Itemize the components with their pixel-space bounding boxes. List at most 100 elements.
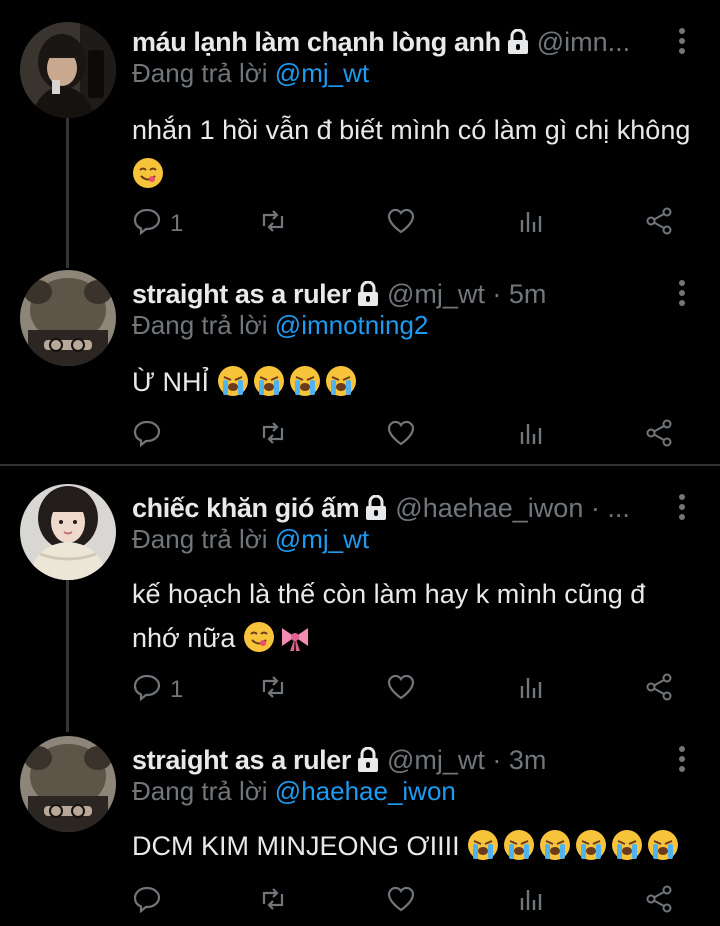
- tweet-text: Ừ NHỈ: [132, 360, 692, 404]
- reply-icon: [132, 206, 162, 243]
- reply-button[interactable]: 1: [132, 206, 183, 242]
- share-button[interactable]: [644, 884, 674, 920]
- avatar[interactable]: [20, 736, 116, 832]
- replying-label: Đang trả lời: [132, 58, 268, 88]
- tweet-text-content: Ừ NHỈ: [132, 367, 210, 397]
- replying-to: Đang trả lời @imnotning2: [132, 310, 428, 341]
- retweet-button[interactable]: [258, 672, 288, 708]
- like-button[interactable]: [386, 206, 416, 242]
- divider: [0, 464, 720, 466]
- reply-icon: [132, 884, 162, 921]
- share-icon: [644, 206, 674, 243]
- retweet-button[interactable]: [258, 418, 288, 454]
- emoji-ribbon: [279, 621, 311, 653]
- emoji-sob: [539, 829, 571, 861]
- like-button[interactable]: [386, 672, 416, 708]
- views-icon: [516, 206, 546, 243]
- tweet-text-content: DCM KIM MINJEONG ƠIIII: [132, 831, 460, 861]
- heart-icon: [386, 672, 416, 709]
- tweet-header: máu lạnh làm chạnh lòng anh @imn...: [132, 22, 648, 62]
- tweet-text-content: nhắn 1 hồi vẫn đ biết mình có làm gì chị…: [132, 115, 691, 145]
- lock-icon: [357, 280, 379, 307]
- tweet-header: straight as a ruler @mj_wt · 3m: [132, 740, 648, 780]
- emoji-sob: [611, 829, 643, 861]
- emoji-sob: [289, 365, 321, 397]
- retweet-button[interactable]: [258, 884, 288, 920]
- replying-label: Đang trả lời: [132, 776, 268, 806]
- handle[interactable]: @imn...: [537, 27, 630, 58]
- share-button[interactable]: [644, 672, 674, 708]
- display-name[interactable]: máu lạnh làm chạnh lòng anh: [132, 27, 501, 58]
- share-icon: [644, 418, 674, 455]
- tweet-actions: 1: [132, 206, 692, 242]
- share-button[interactable]: [644, 418, 674, 454]
- share-button[interactable]: [644, 206, 674, 242]
- more-vertical-icon[interactable]: [674, 26, 690, 56]
- reply-button[interactable]: [132, 884, 170, 920]
- display-name[interactable]: chiếc khăn gió ấm: [132, 493, 360, 524]
- more-vertical-icon[interactable]: [674, 278, 690, 308]
- handle[interactable]: @haehae_iwon · ...: [395, 493, 630, 524]
- lock-icon: [357, 746, 379, 773]
- mention-link[interactable]: @mj_wt: [275, 58, 369, 88]
- replying-to: Đang trả lời @mj_wt: [132, 58, 369, 89]
- retweet-icon: [258, 884, 288, 921]
- emoji-sob: [325, 365, 357, 397]
- tweet-3[interactable]: chiếc khăn gió ấm @haehae_iwon · ... Đan…: [0, 484, 720, 718]
- views-icon: [516, 418, 546, 455]
- views-button[interactable]: [516, 418, 546, 454]
- lock-icon: [507, 28, 529, 55]
- views-icon: [516, 884, 546, 921]
- tweet-text: kế hoạch là thế còn làm hay k mình cũng …: [132, 572, 692, 660]
- tweet-text: nhắn 1 hồi vẫn đ biết mình có làm gì chị…: [132, 108, 692, 196]
- replying-to: Đang trả lời @mj_wt: [132, 524, 369, 555]
- mention-link[interactable]: @imnotning2: [275, 310, 429, 340]
- avatar[interactable]: [20, 484, 116, 580]
- reply-button[interactable]: [132, 418, 170, 454]
- replying-label: Đang trả lời: [132, 524, 268, 554]
- views-button[interactable]: [516, 206, 546, 242]
- more-vertical-icon[interactable]: [674, 744, 690, 774]
- retweet-icon: [258, 418, 288, 455]
- tweet-actions: [132, 884, 692, 920]
- lock-icon: [365, 494, 387, 521]
- share-icon: [644, 884, 674, 921]
- tweet-actions: [132, 418, 692, 454]
- views-button[interactable]: [516, 884, 546, 920]
- retweet-button[interactable]: [258, 206, 288, 242]
- display-name[interactable]: straight as a ruler: [132, 279, 351, 310]
- mention-link[interactable]: @mj_wt: [275, 524, 369, 554]
- like-button[interactable]: [386, 418, 416, 454]
- more-vertical-icon[interactable]: [674, 492, 690, 522]
- emoji-sob: [217, 365, 249, 397]
- reply-button[interactable]: 1: [132, 672, 183, 708]
- tweet-header: straight as a ruler @mj_wt · 5m: [132, 274, 648, 314]
- avatar[interactable]: [20, 22, 116, 118]
- tweet-header: chiếc khăn gió ấm @haehae_iwon · ...: [132, 488, 648, 528]
- tweet-4[interactable]: straight as a ruler @mj_wt · 3m Đang trả…: [0, 736, 720, 926]
- tweet-feed: máu lạnh làm chạnh lòng anh @imn... Đang…: [0, 0, 720, 926]
- share-icon: [644, 672, 674, 709]
- emoji-sob: [647, 829, 679, 861]
- reply-count: 1: [170, 210, 184, 237]
- views-icon: [516, 672, 546, 709]
- avatar[interactable]: [20, 270, 116, 366]
- tweet-2[interactable]: straight as a ruler @mj_wt · 5m Đang trả…: [0, 270, 720, 464]
- reply-icon: [132, 672, 162, 709]
- tweet-1[interactable]: máu lạnh làm chạnh lòng anh @imn... Đang…: [0, 22, 720, 262]
- display-name[interactable]: straight as a ruler: [132, 745, 351, 776]
- emoji-sob: [253, 365, 285, 397]
- replying-to: Đang trả lời @haehae_iwon: [132, 776, 456, 807]
- heart-icon: [386, 418, 416, 455]
- handle[interactable]: @mj_wt · 5m: [387, 279, 546, 310]
- mention-link[interactable]: @haehae_iwon: [275, 776, 456, 806]
- tweet-text-content: kế hoạch là thế còn làm hay k mình cũng …: [132, 579, 646, 653]
- emoji-sob: [575, 829, 607, 861]
- emoji-sob: [467, 829, 499, 861]
- like-button[interactable]: [386, 884, 416, 920]
- emoji-yum: [243, 621, 275, 653]
- replying-label: Đang trả lời: [132, 310, 268, 340]
- handle[interactable]: @mj_wt · 3m: [387, 745, 546, 776]
- retweet-icon: [258, 206, 288, 243]
- views-button[interactable]: [516, 672, 546, 708]
